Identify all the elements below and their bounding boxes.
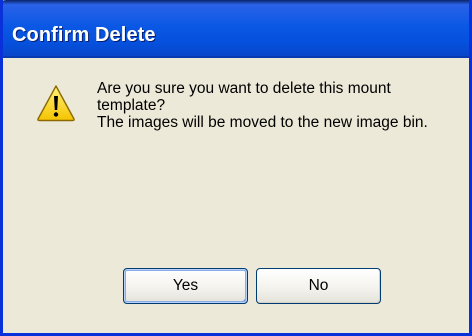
dialog-title: Confirm Delete xyxy=(12,24,156,46)
message-line: The images will be moved to the new imag… xyxy=(97,114,428,131)
dialog-body: Are you sure you want to delete this mou… xyxy=(3,58,469,333)
confirm-delete-dialog: Confirm Delete Are you sure you want to … xyxy=(0,0,472,336)
message-line: Are you sure you want to delete this mou… xyxy=(97,80,391,97)
message-line: template? xyxy=(97,97,166,114)
no-button[interactable]: No xyxy=(256,268,381,304)
yes-button[interactable]: Yes xyxy=(123,268,248,304)
title-bar[interactable]: Confirm Delete xyxy=(3,0,469,58)
dialog-message: Are you sure you want to delete this mou… xyxy=(97,80,457,131)
warning-icon xyxy=(37,85,75,122)
